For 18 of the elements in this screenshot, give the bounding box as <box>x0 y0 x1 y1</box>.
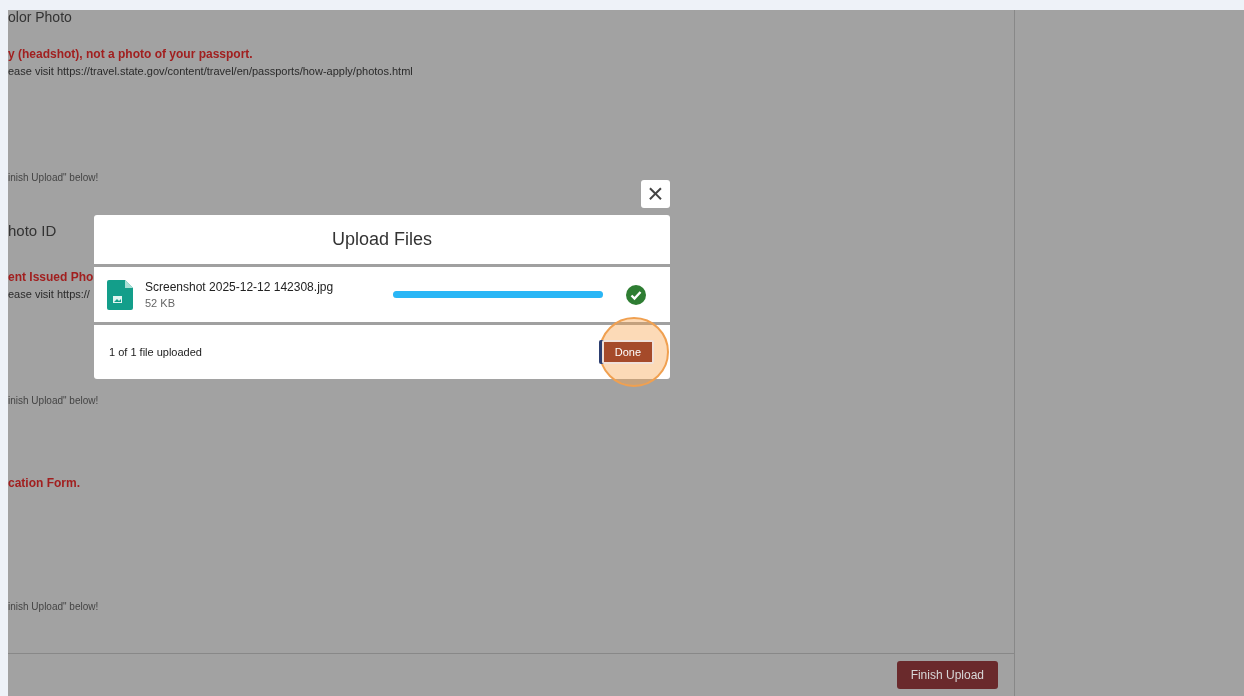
warning-text: cation Form. <box>8 476 80 490</box>
image-file-icon <box>107 279 133 310</box>
close-button[interactable]: × <box>641 180 670 208</box>
hint-text: inish Upload" below! <box>8 601 99 613</box>
section-heading: olor Photo <box>8 10 72 24</box>
finish-upload-button[interactable]: Finish Upload <box>896 661 998 689</box>
warning-text: ent Issued Pho <box>8 270 94 284</box>
file-name: Screenshot 2025-12-12 142308.jpg <box>145 278 334 295</box>
dialog-title: Upload Files <box>331 228 432 251</box>
section-heading: hoto ID <box>8 222 57 240</box>
warning-text: y (headshot), not a photo of your passport. <box>8 47 253 61</box>
upload-status: 1 of 1 file uploaded <box>109 344 202 360</box>
hint-text: inish Upload" below! <box>8 395 99 407</box>
info-text: ease visit https://travel.state.gov/content/travel/en/passports/how-apply/photos.html <box>8 64 413 78</box>
info-text: ease visit https:// <box>8 287 90 301</box>
done-button[interactable]: Done <box>601 340 654 364</box>
file-size: 52 KB <box>145 295 175 311</box>
hint-text: inish Upload" below! <box>8 172 99 184</box>
